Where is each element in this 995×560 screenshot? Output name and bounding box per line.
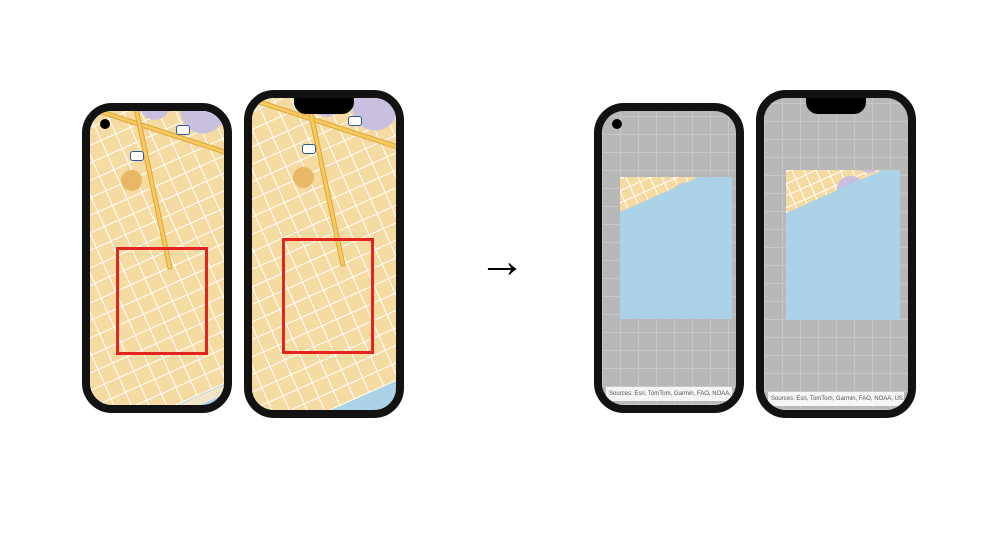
notch-icon: [294, 98, 354, 114]
before-phone-android: [82, 103, 232, 413]
route-shield-icon: [176, 125, 190, 135]
after-phone-android: Sources: Esri, TomTom, Garmin, FAO, NOAA…: [594, 103, 744, 413]
route-shield-icon: [130, 151, 144, 161]
arrow-icon: →: [478, 238, 526, 286]
diagram-stage: → Sources: Esri, TomTom, Garmin, FAO, NO…: [0, 0, 995, 560]
route-shield-icon: [348, 116, 362, 126]
attribution-sources: Sources: Esri, TomTom, Garmin, FAO, NOAA…: [609, 391, 732, 397]
extent-box: [116, 247, 208, 355]
before-phone-iphone: [244, 90, 404, 418]
route-shield-icon: [302, 144, 316, 154]
extent-box: [282, 238, 374, 354]
camera-hole-icon: [612, 119, 622, 129]
after-phone-iphone: Sources: Esri, TomTom, Garmin, FAO, NOAA…: [756, 90, 916, 418]
map-attribution: Sources: Esri, TomTom, Garmin, FAO, NOAA…: [606, 387, 732, 401]
map-attribution: Sources: Esri, TomTom, Garmin, FAO, NOAA…: [768, 392, 904, 406]
clipped-map-iphone: [786, 170, 900, 320]
notch-icon: [806, 98, 866, 114]
attribution-sources: Sources: Esri, TomTom, Garmin, FAO, NOAA…: [771, 396, 904, 402]
camera-hole-icon: [100, 119, 110, 129]
clipped-map-android: [620, 177, 732, 319]
